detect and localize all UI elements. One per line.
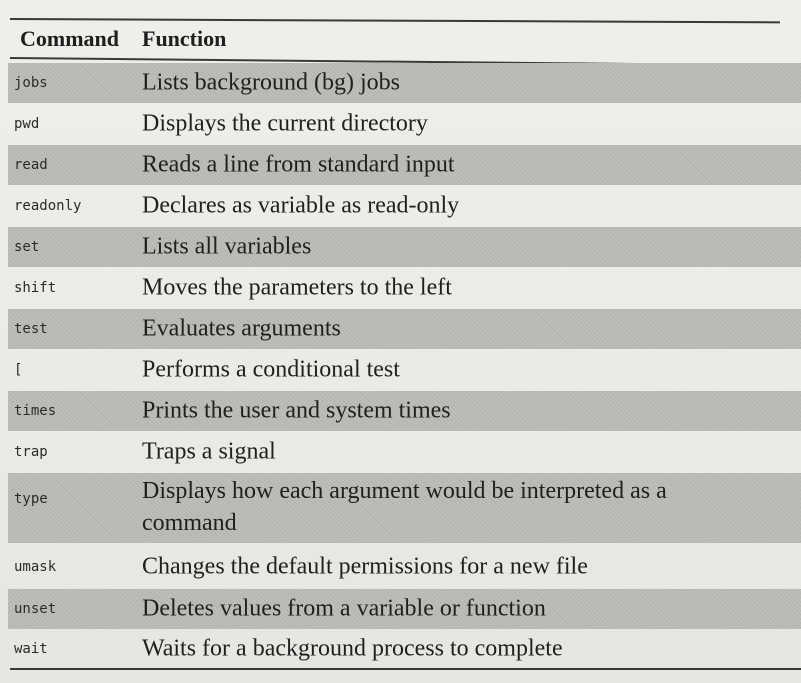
command-cell: umask	[14, 559, 57, 575]
function-cell: Evaluates arguments	[142, 315, 341, 342]
command-cell: set	[14, 239, 40, 255]
function-cell: Prints the user and system times	[142, 397, 451, 424]
command-cell: trap	[14, 444, 48, 460]
table-row: pwd Displays the current directory	[8, 104, 801, 144]
command-cell: shift	[14, 280, 57, 296]
function-cell: Moves the parameters to the left	[142, 274, 452, 301]
table-row: shift Moves the parameters to the left	[8, 268, 801, 308]
function-cell: Lists all variables	[142, 233, 312, 260]
command-cell: unset	[14, 601, 57, 617]
table-row: times Prints the user and system times	[8, 391, 801, 431]
function-cell: Deletes values from a variable or functi…	[142, 595, 546, 622]
command-cell: read	[14, 157, 48, 173]
table-row: readonly Declares as variable as read-on…	[8, 186, 801, 226]
table-row: set Lists all variables	[8, 227, 801, 267]
table-body: jobs Lists background (bg) jobs pwd Disp…	[0, 0, 801, 683]
function-cell: Reads a line from standard input	[142, 151, 455, 178]
function-cell: Displays the current directory	[142, 110, 428, 137]
table-row: read Reads a line from standard input	[8, 145, 801, 185]
table-row: unset Deletes values from a variable or …	[8, 589, 801, 629]
command-cell: [	[14, 362, 23, 378]
table-row: wait Waits for a background process to c…	[8, 630, 801, 668]
function-cell: Traps a signal	[142, 438, 276, 465]
table-row: jobs Lists background (bg) jobs	[8, 63, 801, 103]
table-row: type Displays how each argument would be…	[8, 473, 801, 543]
command-cell: type	[14, 491, 48, 507]
table-row: test Evaluates arguments	[8, 309, 801, 349]
function-cell: Lists background (bg) jobs	[142, 69, 400, 96]
command-cell: readonly	[14, 198, 82, 214]
book-page: Command Function jobs Lists background (…	[0, 0, 801, 683]
function-cell: Displays how each argument would be inte…	[142, 478, 667, 536]
command-cell: wait	[14, 641, 48, 657]
table-row: umask Changes the default permissions fo…	[8, 545, 801, 589]
function-cell: Declares as variable as read-only	[142, 192, 460, 219]
command-cell: jobs	[14, 75, 48, 91]
table-bottom-rule	[10, 668, 801, 670]
table-row: [ Performs a conditional test	[8, 350, 801, 390]
function-cell: Changes the default permissions for a ne…	[142, 553, 588, 580]
command-cell: pwd	[14, 116, 40, 132]
command-cell: times	[14, 403, 57, 419]
function-cell: Performs a conditional test	[142, 356, 400, 383]
function-cell: Waits for a background process to comple…	[142, 635, 563, 662]
table-row: trap Traps a signal	[8, 432, 801, 472]
command-cell: test	[14, 321, 48, 337]
